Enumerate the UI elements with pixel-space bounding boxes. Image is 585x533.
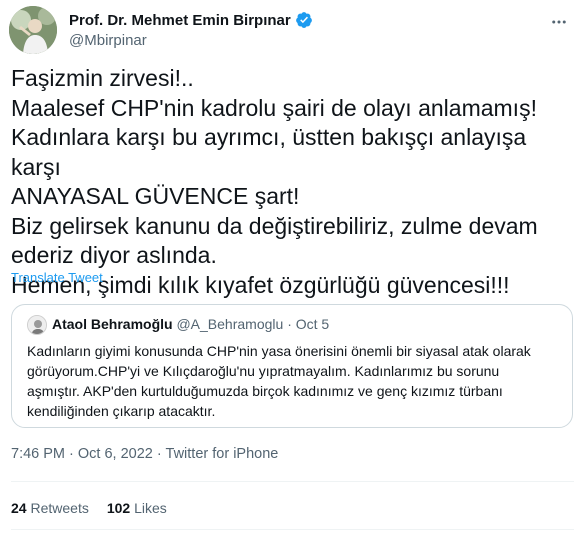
tweet-time[interactable]: 7:46 PM	[11, 446, 65, 462]
retweets-stat[interactable]: 24 Retweets	[11, 500, 89, 516]
tweet-stats: 24 Retweets 102 Likes	[11, 500, 167, 516]
tweet-source[interactable]: Twitter for iPhone	[166, 446, 279, 462]
likes-count: 102	[106, 500, 131, 516]
retweets-label: Retweets	[30, 500, 89, 516]
quoted-author-avatar	[27, 315, 47, 335]
meta-separator-1: ·	[69, 446, 74, 462]
author-name[interactable]: Prof. Dr. Mehmet Emin Birpınar	[69, 11, 313, 29]
tweet-meta: 7:46 PM · Oct 6, 2022 · Twitter for iPho…	[11, 446, 278, 462]
retweets-count: 24	[11, 500, 27, 516]
quoted-author-name: Ataol Behramoğlu	[52, 316, 173, 332]
author-display-name: Prof. Dr. Mehmet Emin Birpınar	[69, 11, 291, 29]
divider-bottom	[11, 529, 574, 530]
quoted-separator: ·	[287, 316, 292, 332]
tweet-date[interactable]: Oct 6, 2022	[78, 446, 153, 462]
quoted-header: Ataol Behramoğlu @A_Behramoglu · Oct 5	[52, 316, 329, 332]
author-avatar[interactable]	[9, 6, 57, 54]
more-options-icon[interactable]	[547, 10, 571, 34]
likes-label: Likes	[134, 500, 167, 516]
quoted-author-handle: @A_Behramoglu	[176, 316, 284, 332]
quoted-date: Oct 5	[295, 316, 330, 332]
quoted-tweet-card[interactable]: Ataol Behramoğlu @A_Behramoglu · Oct 5 K…	[11, 304, 573, 428]
author-handle[interactable]: @Mbirpinar	[69, 32, 147, 49]
translate-tweet-link[interactable]: Translate Tweet	[11, 270, 103, 285]
quoted-text: Kadınların giyimi konusunda CHP'nin yasa…	[27, 343, 531, 419]
likes-stat[interactable]: 102 Likes	[107, 500, 167, 516]
profile-photo-icon	[9, 6, 57, 54]
divider-top	[11, 481, 574, 482]
tweet-text: Faşizmin zirvesi!.. Maalesef CHP'nin kad…	[11, 65, 538, 298]
meta-separator-2: ·	[156, 446, 162, 462]
verified-badge-icon	[295, 12, 312, 28]
